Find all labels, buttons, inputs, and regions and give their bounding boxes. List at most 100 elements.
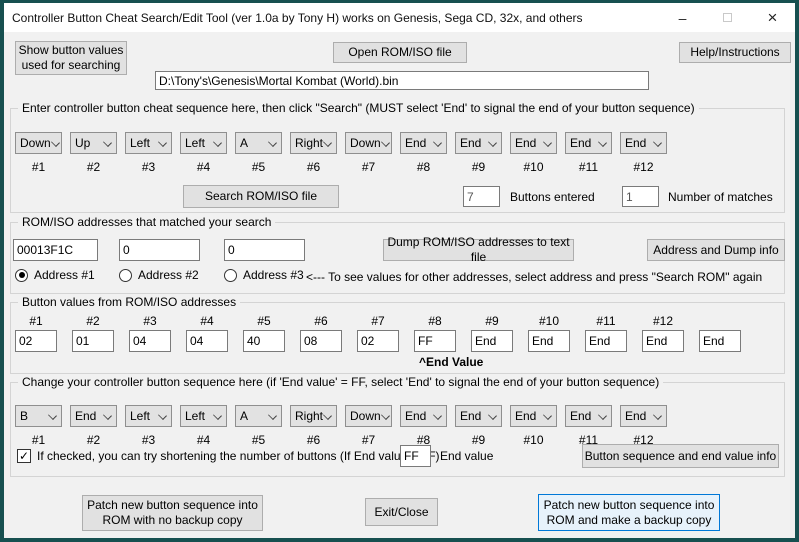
patch-no-backup-button[interactable]: Patch new button sequence into ROM with … [82,495,263,531]
button-value-field-7[interactable] [357,330,399,352]
button-value-field-4[interactable] [186,330,228,352]
change-seq-combo-3[interactable]: Left [125,405,172,427]
search-rom-button[interactable]: Search ROM/ISO file [183,185,339,208]
position-label: #5 [235,433,282,447]
change-seq-combo-9[interactable]: End [455,405,502,427]
combo-value: End [570,136,591,150]
minimize-icon[interactable]: – [660,3,705,32]
button-values-group: Button values from ROM/ISO addresses #1#… [10,302,785,374]
search-seq-combo-10[interactable]: End [510,132,557,154]
combo-value: End [570,409,591,423]
button-value-field-11[interactable] [585,330,627,352]
button-value-field-12[interactable] [642,330,684,352]
position-label: #6 [300,314,342,328]
radio-address-2[interactable]: Address #2 [119,268,199,282]
chevron-down-icon [323,412,331,420]
button-value-field-6[interactable] [300,330,342,352]
matches-field[interactable] [622,186,659,207]
button-value-field-8[interactable] [414,330,456,352]
combo-value: End [515,136,536,150]
rom-path-input[interactable] [155,71,649,90]
chevron-down-icon [158,412,166,420]
position-label: #7 [345,433,392,447]
search-sequence-group: Enter controller button cheat sequence h… [10,108,785,213]
button-value-field-9[interactable] [471,330,513,352]
position-label: #10 [510,433,557,447]
matches-label: Number of matches [668,190,773,204]
search-seq-combo-6[interactable]: Right [290,132,337,154]
address-3-field[interactable] [224,239,305,261]
button-value-field-3[interactable] [129,330,171,352]
search-seq-combo-9[interactable]: End [455,132,502,154]
combo-value: End [75,409,96,423]
buttons-entered-field[interactable] [463,186,500,207]
change-seq-combo-1[interactable]: B [15,405,62,427]
maximize-box-glyph [723,13,732,22]
address-1-field[interactable] [13,239,98,261]
change-label-row: #1#2#3#4#5#6#7#8#9#10#11#12 [15,433,667,447]
radio-address-1[interactable]: Address #1 [15,268,95,282]
chevron-down-icon [598,139,606,147]
close-icon[interactable]: × [750,3,795,32]
combo-value: Down [350,409,381,423]
position-label: #7 [357,314,399,328]
address-2-field[interactable] [119,239,200,261]
search-seq-combo-8[interactable]: End [400,132,447,154]
button-value-field-1[interactable] [15,330,57,352]
search-seq-combo-1[interactable]: Down [15,132,62,154]
position-label: #8 [400,160,447,174]
exit-close-button[interactable]: Exit/Close [365,498,438,526]
search-seq-combo-2[interactable]: Up [70,132,117,154]
change-seq-combo-7[interactable]: Down [345,405,392,427]
search-seq-combo-4[interactable]: Left [180,132,227,154]
addresses-group: ROM/ISO addresses that matched your sear… [10,222,785,294]
change-seq-combo-6[interactable]: Right [290,405,337,427]
end-value-marker: ^End Value [419,355,483,369]
change-seq-combo-5[interactable]: A [235,405,282,427]
search-seq-combo-3[interactable]: Left [125,132,172,154]
open-rom-button[interactable]: Open ROM/ISO file [333,42,467,63]
change-seq-combo-12[interactable]: End [620,405,667,427]
position-label: #8 [414,314,456,328]
change-seq-combo-10[interactable]: End [510,405,557,427]
chevron-down-icon [381,139,386,147]
search-seq-combo-5[interactable]: A [235,132,282,154]
combo-value: A [240,409,248,423]
button-value-field-2[interactable] [72,330,114,352]
button-value-field-10[interactable] [528,330,570,352]
buttons-entered-label: Buttons entered [510,190,595,204]
combo-value: Right [295,136,323,150]
address-dump-info-button[interactable]: Address and Dump info [647,239,785,261]
combo-value: End [460,409,481,423]
help-button[interactable]: Help/Instructions [679,42,791,63]
combo-value: B [20,409,28,423]
sequence-info-button[interactable]: Button sequence and end value info [582,444,779,468]
search-seq-combo-7[interactable]: Down [345,132,392,154]
end-value-field[interactable] [400,445,431,467]
shorten-checkbox-label: If checked, you can try shortening the n… [37,449,440,463]
combo-value: End [625,409,646,423]
change-seq-combo-4[interactable]: Left [180,405,227,427]
button-value-field-5[interactable] [243,330,285,352]
button-value-field-13[interactable] [699,330,741,352]
combo-value: Down [350,136,381,150]
shorten-checkbox-item[interactable]: ✓ If checked, you can try shortening the… [17,449,440,463]
dump-addresses-button[interactable]: Dump ROM/ISO addresses to text file [383,239,574,261]
window-controls: – × [660,3,795,32]
position-label: #2 [72,314,114,328]
chevron-down-icon [598,412,606,420]
chevron-down-icon [268,139,276,147]
patch-with-backup-button[interactable]: Patch new button sequence into ROM and m… [538,494,720,531]
search-seq-combo-11[interactable]: End [565,132,612,154]
shorten-checkbox[interactable]: ✓ [17,449,31,463]
change-sequence-group-title: Change your controller button sequence h… [18,375,663,389]
search-seq-combo-12[interactable]: End [620,132,667,154]
change-seq-combo-8[interactable]: End [400,405,447,427]
change-seq-combo-11[interactable]: End [565,405,612,427]
position-label: #10 [528,314,570,328]
show-button-values-button[interactable]: Show button values used for searching [15,41,127,75]
change-seq-combo-2[interactable]: End [70,405,117,427]
position-label: #2 [70,160,117,174]
position-label: #11 [585,314,627,328]
radio-address-3[interactable]: Address #3 [224,268,304,282]
